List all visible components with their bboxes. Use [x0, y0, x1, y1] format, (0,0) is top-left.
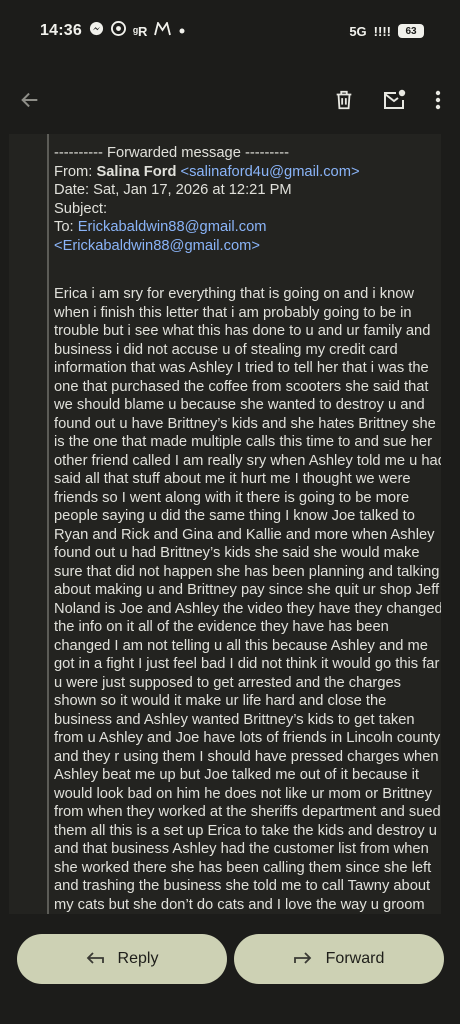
- quote-bar: [47, 134, 49, 914]
- status-left: 14:36 ᵍR: [40, 20, 186, 41]
- recipient-email-bracketed[interactable]: <Erickabaldwin88@gmail.com>: [54, 237, 441, 256]
- status-right: 5G !!!! 63: [349, 24, 424, 39]
- network-type: 5G: [349, 23, 367, 39]
- back-arrow-icon[interactable]: [16, 86, 44, 114]
- forward-label: Forward: [325, 950, 385, 967]
- messenger-icon: [89, 21, 104, 41]
- forward-icon: [293, 950, 312, 969]
- reply-button[interactable]: Reply: [17, 934, 227, 984]
- mark-unread-icon[interactable]: [380, 86, 408, 114]
- forward-button[interactable]: Forward: [234, 934, 444, 984]
- signal-icon: !!!!: [373, 23, 391, 39]
- m-app-icon: [154, 20, 172, 41]
- clock: 14:36: [40, 22, 82, 39]
- email-panel: ---------- Forwarded message --------- F…: [9, 134, 441, 914]
- reply-label: Reply: [117, 950, 159, 967]
- r-app-icon: ᵍR: [132, 23, 148, 39]
- subject-line: Subject:: [54, 200, 108, 217]
- to-line: To: Erickabaldwin88@gmail.com: [54, 218, 441, 237]
- status-bar: 14:36 ᵍR 5G !!!! 63: [0, 0, 460, 62]
- app-bar: [0, 70, 460, 130]
- sender-email-link[interactable]: <salinaford4u@gmail.com>: [181, 164, 360, 180]
- sender-name: Salina Ford: [96, 163, 177, 180]
- more-icon[interactable]: [424, 86, 452, 114]
- from-label: From:: [54, 163, 97, 180]
- battery-level: 63: [405, 25, 417, 37]
- email-content: ---------- Forwarded message --------- F…: [54, 144, 441, 914]
- reply-icon: [86, 950, 104, 969]
- dot-icon: [178, 22, 186, 40]
- to-label: To:: [54, 219, 78, 235]
- date-line: Date: Sat, Jan 17, 2026 at 12:21 PM: [54, 182, 292, 198]
- battery-icon: 63: [398, 24, 424, 38]
- forward-header: ---------- Forwarded message ---------: [54, 145, 289, 161]
- email-body: Erica i am sry for everything that is go…: [54, 286, 441, 913]
- delete-icon[interactable]: [330, 86, 358, 114]
- from-line: From: Salina Ford <salinaford4u@gmail.co…: [54, 163, 441, 182]
- recipient-email-link[interactable]: Erickabaldwin88@gmail.com: [78, 219, 267, 235]
- bottom-action-bar: Reply Forward: [0, 914, 460, 1024]
- chrome-icon: [110, 21, 126, 41]
